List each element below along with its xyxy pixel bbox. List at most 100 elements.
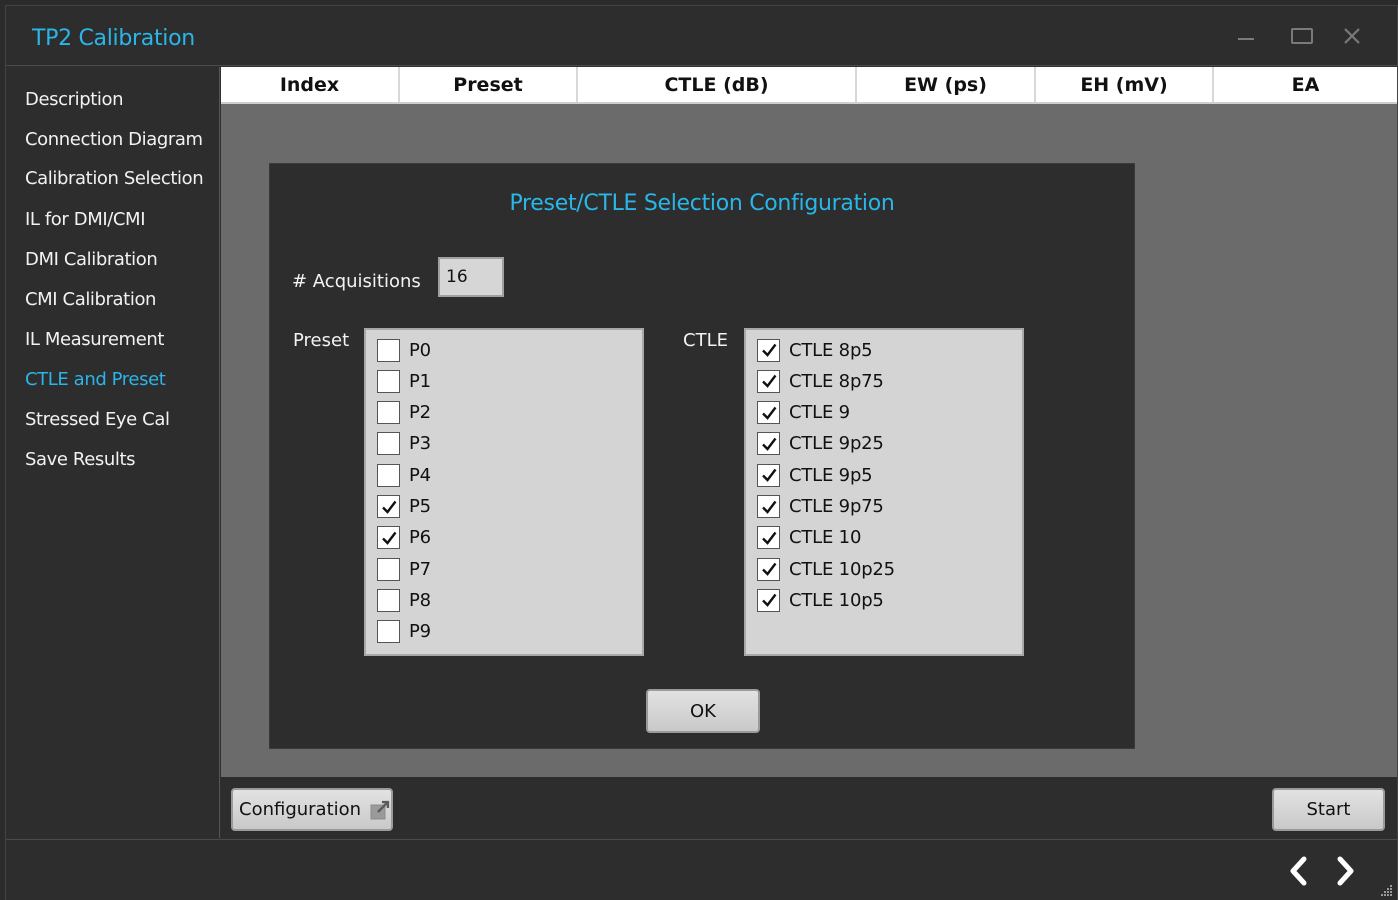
ctle-checkbox[interactable] [757,369,780,393]
minimize-button[interactable] [1228,20,1264,52]
external-link-icon [370,800,390,819]
preset-checkbox-label: P5 [409,496,431,517]
preset-checkbox-label: P9 [409,621,431,643]
ctle-checkbox-row[interactable]: CTLE 9p5 [757,463,873,487]
window-title: TP2 Calibration [32,26,195,51]
sidebar-item-description[interactable]: Description [25,89,124,110]
sidebar-item-connection-diagram[interactable]: Connection Diagram [25,129,203,150]
column-header-eh[interactable]: EH (mV) [1036,67,1214,102]
checkmark-icon [761,343,776,357]
ctle-checkbox-label: CTLE 10p5 [789,589,884,611]
maximize-button[interactable] [1284,20,1320,52]
checkmark-icon [381,531,396,545]
checkmark-icon [761,468,776,483]
close-button[interactable] [1334,20,1370,52]
preset-checkbox-label: P1 [409,370,431,392]
ctle-checkbox[interactable] [757,557,780,581]
preset-checkbox-label: P2 [409,402,431,424]
ctle-checkbox[interactable] [757,588,780,612]
preset-checkbox[interactable] [377,463,400,487]
configuration-button-label: Configuration [239,799,362,820]
ctle-checkbox-row[interactable]: CTLE 8p75 [757,369,884,393]
ctle-checkbox[interactable] [757,432,780,456]
preset-checkbox[interactable] [377,432,400,456]
ctle-checkbox-row[interactable]: CTLE 8p5 [757,338,873,362]
preset-checkbox-row[interactable]: P2 [377,401,431,425]
sidebar-item-save-results[interactable]: Save Results [25,449,136,470]
preset-checkbox[interactable] [377,495,400,518]
sidebar-item-cmi-calibration[interactable]: CMI Calibration [25,289,156,310]
checkmark-icon [761,437,776,451]
footer-bar [6,839,1397,900]
preset-checkbox-row[interactable]: P3 [377,432,431,456]
resize-grip-icon[interactable] [1379,883,1393,897]
ctle-checkbox-label: CTLE 10p25 [789,558,895,580]
ctle-checkbox-row[interactable]: CTLE 10p5 [757,588,884,612]
preset-checkbox[interactable] [377,369,400,393]
preset-checkbox-row[interactable]: P9 [377,620,431,644]
preset-checkbox[interactable] [377,557,400,581]
preset-checkbox[interactable] [377,526,400,550]
chevron-right-icon[interactable] [1330,854,1360,888]
sidebar-item-dmi-calibration[interactable]: DMI Calibration [25,249,158,270]
acquisitions-input[interactable] [438,257,504,297]
app-window: TP2 Calibration Description Connection D… [5,5,1398,900]
ctle-checkbox-label: CTLE 9 [789,402,850,424]
ctle-checkbox-label: CTLE 8p75 [789,370,884,392]
preset-checkbox-label: P8 [409,589,431,611]
preset-checkbox[interactable] [377,401,400,425]
maximize-icon [1291,28,1313,44]
sidebar-nav: Description Connection Diagram Calibrati… [6,67,220,838]
preset-label: Preset [293,330,350,351]
ctle-checkbox-row[interactable]: CTLE 9p75 [757,495,884,519]
preset-checkbox-row[interactable]: P6 [377,526,431,550]
preset-listbox[interactable]: P0 P1 P2 P3 P4 P5 P6 P7 P8 P9 [364,328,644,656]
main-content: Index Preset CTLE (dB) EW (ps) EH (mV) E… [221,67,1397,777]
sidebar-item-stressed-eye-cal[interactable]: Stressed Eye Cal [25,409,170,430]
preset-checkbox-label: P7 [409,558,431,580]
column-header-ea[interactable]: EA [1214,67,1397,102]
preset-checkbox-row[interactable]: P4 [377,463,431,487]
chevron-left-icon[interactable] [1284,854,1314,888]
sidebar-item-il-measurement[interactable]: IL Measurement [25,329,164,350]
sidebar-item-il-for-dmi-cmi[interactable]: IL for DMI/CMI [25,209,146,230]
ctle-checkbox[interactable] [757,526,780,550]
column-header-index[interactable]: Index [221,67,400,102]
column-header-preset[interactable]: Preset [400,67,578,102]
preset-checkbox[interactable] [377,620,400,644]
close-icon [1344,28,1360,44]
ctle-checkbox[interactable] [757,338,780,362]
column-header-ctle[interactable]: CTLE (dB) [578,67,857,102]
start-button[interactable]: Start [1272,788,1385,831]
preset-checkbox-row[interactable]: P0 [377,338,431,362]
configuration-button[interactable]: Configuration [231,788,393,831]
checkmark-icon [381,500,396,514]
sidebar-item-calibration-selection[interactable]: Calibration Selection [25,168,204,189]
ctle-listbox[interactable]: CTLE 8p5 CTLE 8p75 CTLE 9 CTLE 9p25 CTLE 9p5… [744,328,1024,656]
ok-button[interactable]: OK [646,689,760,733]
preset-checkbox-label: P4 [409,464,431,486]
ctle-checkbox[interactable] [757,463,780,487]
sidebar-item-ctle-and-preset[interactable]: CTLE and Preset [25,369,166,390]
ctle-checkbox[interactable] [757,401,780,425]
ctle-checkbox-row[interactable]: CTLE 9 [757,401,850,425]
preset-checkbox-row[interactable]: P7 [377,557,431,581]
preset-checkbox-label: P3 [409,433,431,455]
results-table-header: Index Preset CTLE (dB) EW (ps) EH (mV) E… [221,67,1397,104]
ctle-checkbox-row[interactable]: CTLE 9p25 [757,432,884,456]
ctle-checkbox-row[interactable]: CTLE 10 [757,526,861,550]
preset-checkbox-row[interactable]: P5 [377,495,431,519]
title-bar: TP2 Calibration [6,6,1397,66]
ctle-checkbox[interactable] [757,495,780,518]
checkmark-icon [761,531,776,545]
preset-checkbox[interactable] [377,338,400,362]
ctle-checkbox-row[interactable]: CTLE 10p25 [757,557,895,581]
preset-checkbox[interactable] [377,588,400,612]
checkmark-icon [761,594,776,608]
ctle-checkbox-label: CTLE 9p75 [789,496,884,517]
ctle-checkbox-label: CTLE 10 [789,527,862,549]
preset-checkbox-row[interactable]: P8 [377,588,431,612]
preset-ctle-dialog: Preset/CTLE Selection Configuration # Ac… [269,163,1135,749]
column-header-ew[interactable]: EW (ps) [857,67,1036,102]
preset-checkbox-row[interactable]: P1 [377,369,431,393]
